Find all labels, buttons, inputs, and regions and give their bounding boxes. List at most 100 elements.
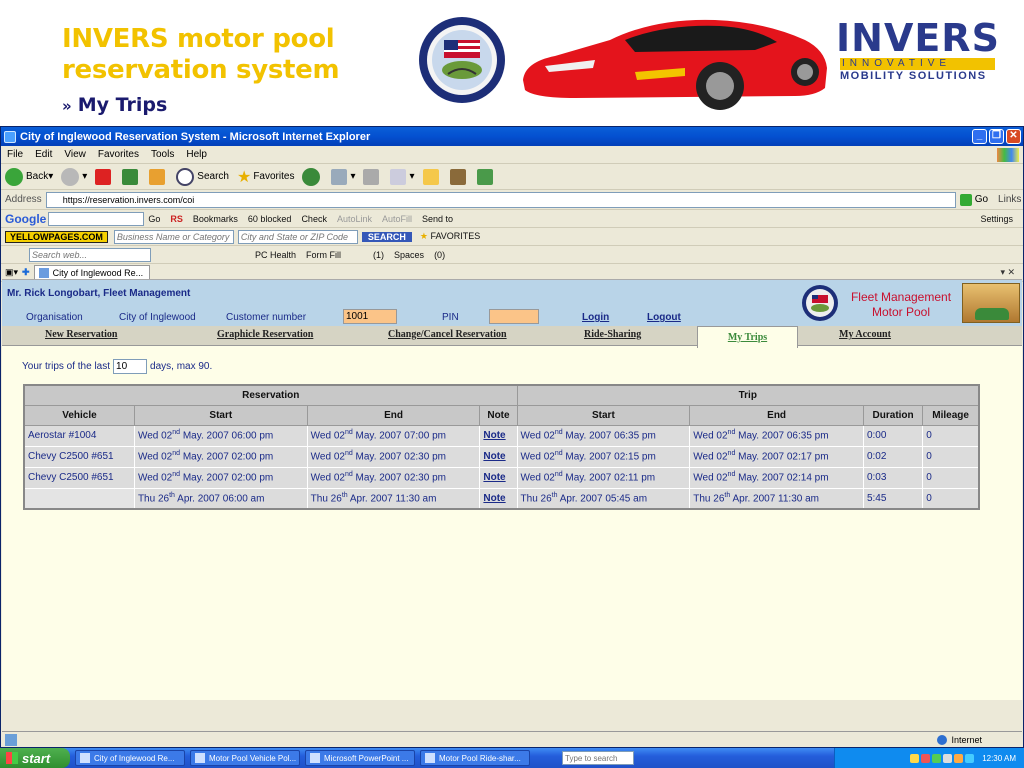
favorites-label: Favorites — [253, 171, 295, 182]
yellowpages-favorites-button[interactable]: ★ FAVORITES — [420, 231, 480, 242]
days-input[interactable] — [113, 359, 148, 374]
mail-button[interactable]: ▾ — [331, 168, 355, 185]
logout-link[interactable]: Logout — [647, 312, 681, 323]
tray-icon[interactable] — [965, 753, 975, 763]
menu-view[interactable]: View — [64, 149, 86, 160]
cell-res-start: Wed 02nd May. 2007 02:00 pm — [133, 445, 308, 468]
home-icon — [149, 168, 166, 185]
pc-health-button[interactable]: PC Health — [255, 250, 296, 260]
pin-input[interactable] — [489, 309, 539, 324]
close-button[interactable]: ✕ — [1006, 129, 1021, 144]
note-link[interactable]: Note — [483, 451, 505, 462]
windows-taskbar: start City of Inglewood Re... Motor Pool… — [0, 748, 1024, 768]
trip-group-header: Trip — [516, 384, 980, 406]
note-link[interactable]: Note — [483, 430, 505, 441]
edit-button[interactable]: ▾ — [390, 168, 415, 185]
forward-button[interactable]: ▾ — [61, 167, 87, 186]
login-link[interactable]: Login — [582, 312, 609, 323]
tab-list-icon[interactable]: ▣▾ — [5, 267, 18, 278]
messenger-icon — [476, 168, 493, 185]
ie-icon — [80, 753, 90, 763]
window-titlebar[interactable]: City of Inglewood Reservation System - M… — [1, 127, 1023, 146]
nav-my-trips[interactable]: My Trips — [697, 326, 798, 348]
taskbar-item-browser[interactable]: City of Inglewood Re... — [75, 750, 185, 766]
menu-tools[interactable]: Tools — [151, 149, 174, 160]
history-button[interactable] — [302, 167, 323, 186]
nav-new-reservation[interactable]: New Reservation — [45, 329, 117, 340]
send-to-button[interactable]: Send to — [422, 214, 453, 224]
taskbar-search-input[interactable] — [562, 751, 634, 765]
restore-button[interactable]: ❐ — [989, 129, 1004, 144]
mail-icon — [331, 168, 348, 185]
folder-button[interactable] — [422, 168, 442, 185]
nav-graphic-reservation[interactable]: Graphicle Reservation — [217, 329, 313, 340]
start-button[interactable]: start — [0, 748, 70, 768]
start-label: start — [22, 750, 51, 766]
go-button[interactable]: Go — [959, 193, 988, 206]
popup-blocked-count[interactable]: 60 blocked — [248, 214, 292, 224]
minimize-button[interactable]: _ — [972, 129, 987, 144]
note-link[interactable]: Note — [483, 493, 505, 504]
tray-icon[interactable] — [921, 753, 931, 763]
web-search-input[interactable] — [29, 247, 151, 262]
search-button[interactable]: Search — [176, 167, 229, 186]
taskbar-item-vehicle-policy[interactable]: Motor Pool Vehicle Pol... — [190, 750, 300, 766]
taskbar-item-ride-sharing[interactable]: Motor Pool Ride-shar... — [420, 750, 530, 766]
home-button[interactable] — [149, 168, 168, 185]
messenger-count[interactable]: (0) — [434, 250, 445, 260]
research-button[interactable] — [449, 168, 469, 185]
form-fill-button[interactable]: Form Fill — [306, 250, 341, 260]
tray-icon[interactable] — [954, 753, 964, 763]
browser-tab[interactable]: City of Inglewood Re... — [33, 265, 151, 280]
tray-icon[interactable] — [932, 753, 942, 763]
col-vehicle: Vehicle — [23, 404, 135, 426]
note-link[interactable]: Note — [483, 472, 505, 483]
business-name-input[interactable] — [113, 229, 234, 244]
menu-favorites[interactable]: Favorites — [98, 149, 139, 160]
status-bar: Internet — [2, 731, 1022, 747]
nav-my-account[interactable]: My Account — [839, 329, 891, 340]
menu-edit[interactable]: Edit — [35, 149, 52, 160]
menu-help[interactable]: Help — [186, 149, 207, 160]
nav-change-cancel-reservation[interactable]: Change/Cancel Reservation — [388, 329, 507, 340]
go-arrow-icon — [959, 193, 972, 206]
spell-check-button[interactable]: Check — [301, 214, 327, 224]
standard-toolbar: Back ▾ ▾ Search ★ Favorites ▾ ▾ — [1, 164, 1023, 190]
cell-res-end: Wed 02nd May. 2007 02:30 pm — [306, 445, 481, 468]
cell-mileage: 0 — [922, 424, 980, 447]
bookmarks-button[interactable]: Bookmarks — [193, 214, 238, 224]
google-settings-button[interactable]: Settings — [980, 214, 1013, 224]
nav-ride-sharing[interactable]: Ride-Sharing — [584, 329, 641, 340]
messenger-button[interactable] — [476, 168, 496, 185]
refresh-button[interactable] — [122, 168, 141, 185]
cell-note: Note — [479, 466, 518, 489]
tray-icon[interactable] — [943, 753, 953, 763]
customer-number-input[interactable] — [343, 309, 397, 324]
city-zip-input[interactable] — [237, 229, 358, 244]
print-button[interactable] — [363, 168, 382, 185]
stop-button[interactable] — [95, 168, 114, 185]
google-go-button[interactable]: Go — [148, 214, 160, 224]
taskbar-item-powerpoint[interactable]: Microsoft PowerPoint ... — [305, 750, 415, 766]
window-title: City of Inglewood Reservation System - M… — [20, 130, 371, 143]
address-input[interactable] — [45, 191, 956, 208]
new-tab-icon[interactable]: ✚ — [22, 267, 30, 278]
autolink-button[interactable]: AutoLink — [337, 214, 372, 224]
menu-file[interactable]: File — [7, 149, 23, 160]
mail-count[interactable]: (1) — [373, 250, 384, 260]
trips-filter-prefix: Your trips of the last — [22, 361, 111, 372]
favorites-button[interactable]: ★ Favorites — [237, 167, 294, 187]
browser-tab-label: City of Inglewood Re... — [52, 267, 144, 278]
tab-close-icon[interactable]: ▾ ✕ — [1000, 267, 1015, 278]
yellowpages-search-button[interactable]: SEARCH — [361, 231, 412, 242]
links-button[interactable]: Links — [998, 194, 1021, 205]
spaces-button[interactable]: Spaces — [394, 250, 424, 260]
google-search-input[interactable] — [48, 211, 145, 226]
tray-icon[interactable] — [910, 753, 920, 763]
slide-title-line1: INVERS motor pool — [62, 24, 335, 54]
back-button[interactable]: Back ▾ — [5, 167, 53, 186]
search-icon — [176, 167, 195, 186]
autofill-button[interactable]: AutoFill — [382, 214, 412, 224]
clock[interactable]: 12:30 AM — [982, 754, 1016, 763]
rs-button[interactable]: RS — [170, 214, 183, 224]
